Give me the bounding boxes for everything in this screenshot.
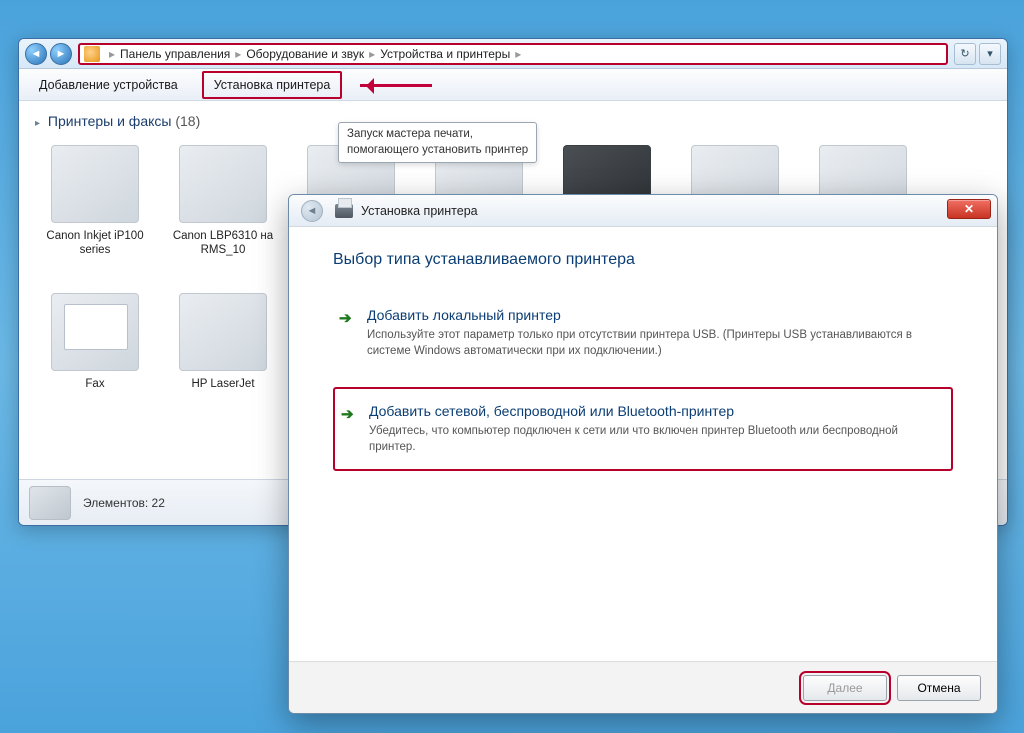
arrow-right-icon: ➔ <box>339 309 352 327</box>
tooltip-line: Запуск мастера печати, <box>347 127 528 143</box>
close-button[interactable]: ✕ <box>947 199 991 219</box>
option-title: Добавить локальный принтер <box>367 307 943 323</box>
wizard-footer: Далее Отмена <box>289 661 997 713</box>
device-label: Canon LBP6310 на RMS_10 <box>163 229 283 258</box>
option-desc: Используйте этот параметр только при отс… <box>367 327 927 359</box>
wizard-body: Выбор типа устанавливаемого принтера ➔ Д… <box>289 227 997 661</box>
chevron-right-icon: ▸ <box>515 47 521 61</box>
toolbar: Добавление устройства Установка принтера <box>19 69 1007 101</box>
nav-buttons: ◄ ► <box>25 43 72 65</box>
option-desc: Убедитесь, что компьютер подключен к сет… <box>369 423 929 455</box>
wizard-back-button[interactable]: ◄ <box>301 200 323 222</box>
device-item[interactable]: Fax <box>35 287 155 427</box>
device-label: HP LaserJet <box>191 377 254 391</box>
callout-arrow-icon <box>360 75 450 95</box>
device-label: Canon Inkjet iP100 series <box>35 229 155 258</box>
chevron-right-icon: ▸ <box>235 47 241 61</box>
breadcrumb[interactable]: ▸ Панель управления ▸ Оборудование и зву… <box>78 43 948 65</box>
chevron-right-icon: ▸ <box>109 47 115 61</box>
address-bar: ◄ ► ▸ Панель управления ▸ Оборудование и… <box>19 39 1007 69</box>
refresh-button[interactable]: ↻ <box>954 43 976 65</box>
wizard-heading: Выбор типа устанавливаемого принтера <box>333 251 953 269</box>
search-split-button[interactable]: ▾ <box>979 43 1001 65</box>
disclosure-triangle-icon: ▸ <box>35 118 40 129</box>
printer-icon <box>335 204 353 218</box>
device-label: Fax <box>85 377 104 391</box>
option-title: Добавить сетевой, беспроводной или Bluet… <box>369 403 941 419</box>
printer-icon <box>179 145 267 223</box>
tooltip-line: помогающего установить принтер <box>347 143 528 159</box>
nav-back-button[interactable]: ◄ <box>25 43 47 65</box>
next-button[interactable]: Далее <box>803 675 887 701</box>
chevron-right-icon: ▸ <box>369 47 375 61</box>
cancel-button[interactable]: Отмена <box>897 675 981 701</box>
device-item[interactable]: HP LaserJet <box>163 287 283 427</box>
section-title: Принтеры и факсы <box>48 113 172 129</box>
wizard-title: Установка принтера <box>361 204 478 218</box>
install-printer-tooltip: Запуск мастера печати, помогающего устан… <box>338 122 537 163</box>
fax-icon <box>51 293 139 371</box>
option-add-network-printer[interactable]: ➔ Добавить сетевой, беспроводной или Blu… <box>333 387 953 471</box>
breadcrumb-item[interactable]: Устройства и принтеры <box>380 47 510 61</box>
nav-forward-button[interactable]: ► <box>50 43 72 65</box>
status-thumb-icon <box>29 486 71 520</box>
section-count: (18) <box>175 113 200 129</box>
status-value: 22 <box>152 496 165 510</box>
wizard-titlebar: ◄ Установка принтера ✕ <box>289 195 997 227</box>
breadcrumb-item[interactable]: Оборудование и звук <box>246 47 364 61</box>
status-text: Элементов: 22 <box>83 496 165 510</box>
add-printer-wizard: ◄ Установка принтера ✕ Выбор типа устана… <box>288 194 998 714</box>
status-label: Элементов: <box>83 496 148 510</box>
printer-icon <box>179 293 267 371</box>
control-panel-icon <box>84 46 100 62</box>
address-right-controls: ↻ ▾ <box>954 43 1001 65</box>
printer-icon <box>51 145 139 223</box>
add-device-button[interactable]: Добавление устройства <box>29 73 188 97</box>
option-add-local-printer[interactable]: ➔ Добавить локальный принтер Используйте… <box>333 293 953 373</box>
device-item[interactable]: Canon Inkjet iP100 series <box>35 139 155 279</box>
device-item[interactable]: Canon LBP6310 на RMS_10 <box>163 139 283 279</box>
breadcrumb-item[interactable]: Панель управления <box>120 47 230 61</box>
install-printer-button[interactable]: Установка принтера <box>202 71 343 99</box>
arrow-right-icon: ➔ <box>341 405 354 423</box>
